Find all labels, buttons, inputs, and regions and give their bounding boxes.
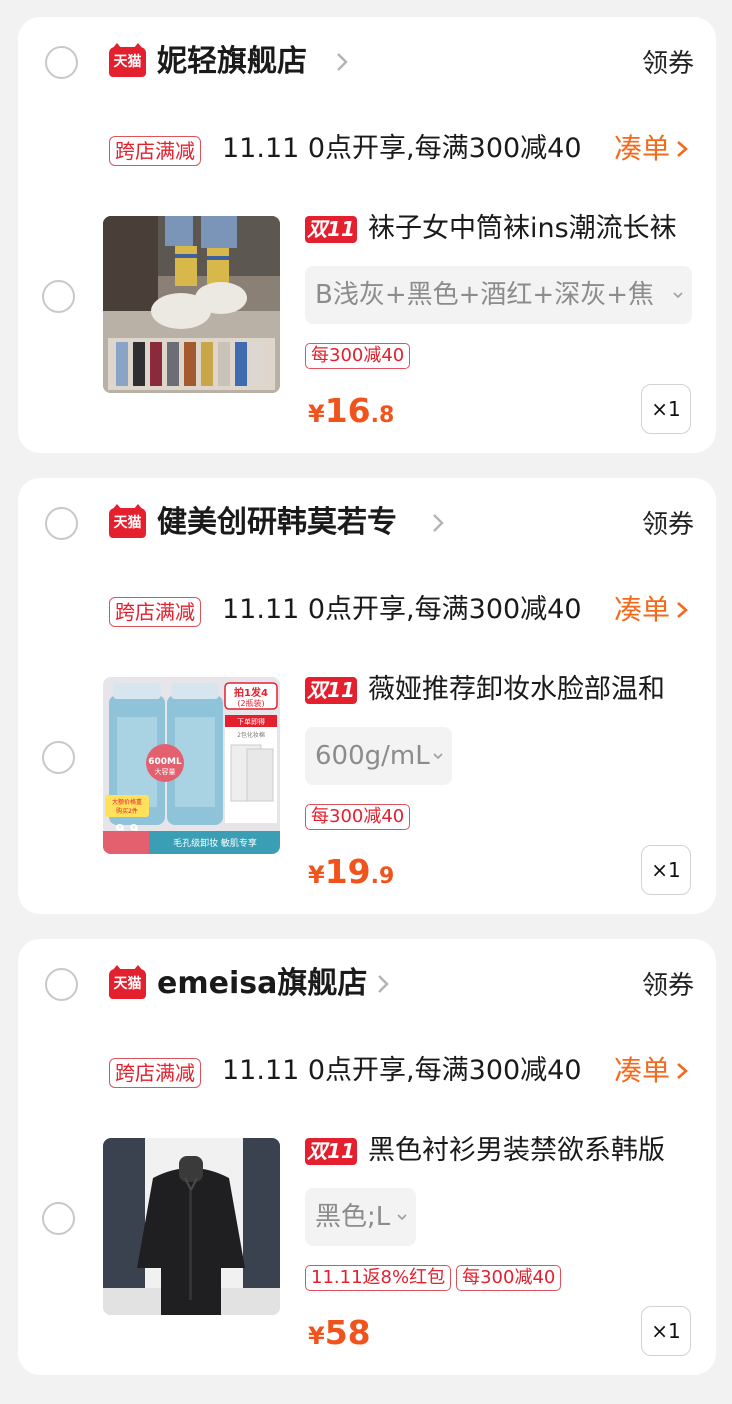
product-title[interactable]: 薇娅推荐卸妆水脸部温和 bbox=[368, 670, 703, 710]
item-select-radio[interactable] bbox=[42, 280, 75, 313]
chevron-down-icon bbox=[673, 292, 683, 299]
discount-tags: 每300减40 bbox=[305, 804, 415, 832]
chevron-right-icon bbox=[677, 1063, 688, 1079]
chevron-down-icon bbox=[433, 753, 443, 760]
quantity-button[interactable]: ×1 bbox=[641, 1306, 691, 1356]
tmall-badge: 天猫 bbox=[109, 504, 146, 538]
store-select-radio[interactable] bbox=[45, 46, 78, 79]
chevron-right-icon[interactable] bbox=[330, 50, 354, 74]
coupon-button[interactable]: 领券 bbox=[642, 47, 694, 81]
promo-text: 11.11 0点开享,每满300减40 bbox=[222, 594, 582, 625]
double11-badge: 双11 bbox=[305, 677, 357, 704]
quantity-button[interactable]: ×1 bbox=[641, 384, 691, 434]
chevron-right-icon[interactable] bbox=[371, 972, 395, 996]
promo-text: 11.11 0点开享,每满300减40 bbox=[222, 1055, 582, 1086]
promo-tag: 跨店满减 bbox=[109, 1058, 201, 1088]
sku-selector[interactable]: 黑色;L bbox=[305, 1188, 416, 1246]
item-select-radio[interactable] bbox=[42, 1202, 75, 1235]
chevron-right-icon bbox=[677, 602, 688, 618]
image-panel-subtext: 2包化妆棉 bbox=[237, 731, 265, 739]
store-card: 天猫 妮轻旗舰店 领券 跨店满减 11.11 0点开享,每满300减40 凑单 bbox=[18, 17, 716, 453]
store-name[interactable]: 妮轻旗舰店 bbox=[157, 43, 307, 81]
combine-order-link[interactable]: 凑单 bbox=[614, 590, 690, 630]
combine-order-link[interactable]: 凑单 bbox=[614, 1051, 690, 1091]
double11-badge: 双11 bbox=[305, 1138, 357, 1165]
price-integer: 19 bbox=[324, 852, 371, 891]
price-currency: ¥ bbox=[308, 400, 325, 428]
black-shirt-product-image[interactable] bbox=[103, 1138, 280, 1315]
price: ¥16.8 bbox=[308, 389, 394, 439]
chevron-right-icon bbox=[677, 141, 688, 157]
price-integer: 58 bbox=[324, 1313, 371, 1352]
discount-tag: 11.11返8%红包 bbox=[305, 1265, 452, 1291]
coupon-button[interactable]: 领券 bbox=[642, 508, 694, 542]
store-select-radio[interactable] bbox=[45, 968, 78, 1001]
cart-page: 天猫 妮轻旗舰店 领券 跨店满减 11.11 0点开享,每满300减40 凑单 bbox=[0, 0, 732, 1404]
combine-order-label: 凑单 bbox=[613, 1054, 670, 1087]
tmall-badge: 天猫 bbox=[109, 43, 146, 77]
combine-order-link[interactable]: 凑单 bbox=[614, 129, 690, 169]
quantity-button[interactable]: ×1 bbox=[641, 845, 691, 895]
sku-value: B浅灰+黑色+酒红+深灰+焦 bbox=[315, 280, 654, 310]
store-card: 天猫 emeisa旗舰店 领券 跨店满减 11.11 0点开享,每满300减40… bbox=[18, 939, 716, 1375]
image-bubble-line2: (2瓶装) bbox=[237, 698, 264, 708]
image-sticker-line1: 大额价格重 bbox=[112, 798, 142, 806]
sku-value: 600g/mL bbox=[315, 741, 430, 771]
combine-order-label: 凑单 bbox=[613, 132, 670, 165]
product-title[interactable]: 黑色衬衫男装禁欲系韩版 bbox=[368, 1131, 703, 1171]
discount-tag: 每300减40 bbox=[456, 1265, 562, 1291]
image-bubble-line1: 拍1发4 bbox=[234, 686, 268, 699]
discount-tags: 每300减40 bbox=[305, 343, 415, 371]
image-panel-label: 下单即得 bbox=[237, 717, 265, 726]
price-integer: 16 bbox=[324, 391, 371, 430]
store-name[interactable]: emeisa旗舰店 bbox=[157, 965, 367, 1003]
chevron-right-icon[interactable] bbox=[426, 511, 450, 535]
item-select-radio[interactable] bbox=[42, 741, 75, 774]
discount-tag: 每300减40 bbox=[305, 804, 411, 830]
image-volume-text: 600ML bbox=[148, 757, 182, 767]
double11-badge: 双11 bbox=[305, 216, 357, 243]
makeup-remover-product-image[interactable]: 拍1发4 (2瓶装) 下单即得 2包化妆棉 600ML 大容量 大额价格重 购买… bbox=[103, 677, 280, 854]
discount-tags: 11.11返8%红包 每300减40 bbox=[305, 1265, 566, 1293]
image-sticker-line2: 购买2件 bbox=[116, 807, 138, 815]
price-currency: ¥ bbox=[308, 1322, 325, 1350]
promo-text: 11.11 0点开享,每满300减40 bbox=[222, 133, 582, 164]
promo-tag: 跨店满减 bbox=[109, 597, 201, 627]
price-currency: ¥ bbox=[308, 861, 325, 889]
store-card: 天猫 健美创研韩莫若专 领券 跨店满减 11.11 0点开享,每满300减40 … bbox=[18, 478, 716, 914]
image-volume-subtext: 大容量 bbox=[155, 767, 176, 776]
discount-tag: 每300减40 bbox=[305, 343, 411, 369]
price: ¥58 bbox=[308, 1311, 371, 1361]
store-name[interactable]: 健美创研韩莫若专 bbox=[157, 504, 397, 542]
price-decimal: .8 bbox=[370, 403, 395, 428]
combine-order-label: 凑单 bbox=[613, 593, 670, 626]
image-banner-text: 毛孔级卸妆 敏肌专享 bbox=[173, 837, 257, 849]
chevron-down-icon bbox=[397, 1214, 407, 1221]
coupon-button[interactable]: 领券 bbox=[642, 969, 694, 1003]
socks-product-image[interactable] bbox=[103, 216, 280, 393]
tmall-badge: 天猫 bbox=[109, 965, 146, 999]
sku-selector[interactable]: B浅灰+黑色+酒红+深灰+焦 bbox=[305, 266, 692, 324]
sku-value: 黑色;L bbox=[315, 1202, 391, 1232]
store-select-radio[interactable] bbox=[45, 507, 78, 540]
product-title[interactable]: 袜子女中筒袜ins潮流长袜 bbox=[368, 209, 703, 249]
price: ¥19.9 bbox=[308, 850, 394, 900]
price-decimal: .9 bbox=[370, 864, 395, 889]
promo-tag: 跨店满减 bbox=[109, 136, 201, 166]
sku-selector[interactable]: 600g/mL bbox=[305, 727, 452, 785]
